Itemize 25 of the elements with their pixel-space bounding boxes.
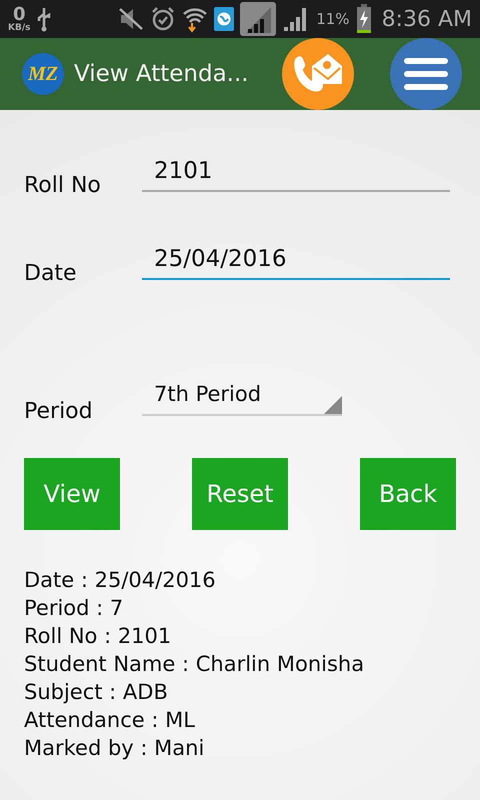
field-label: Date — [24, 261, 78, 286]
battery-charging-icon — [356, 4, 372, 34]
result-line: Attendance : ML — [24, 707, 196, 734]
speed-unit: KB/s — [8, 24, 30, 32]
result-line: Subject : ADB — [24, 679, 169, 706]
field-label: Roll No — [24, 173, 102, 198]
result-line: Marked by : Mani — [24, 735, 206, 762]
result-line: Date : 25/04/2016 — [24, 567, 217, 594]
text-field[interactable]: 2101 — [142, 158, 450, 192]
result-line: Period : 7 — [24, 595, 124, 622]
battery-percent: 11% — [316, 10, 350, 28]
period-dropdown[interactable]: 7th Period — [142, 382, 342, 416]
clock-time: 8:36 AM — [382, 6, 472, 32]
app-logo: MZ — [22, 53, 64, 95]
text-field[interactable]: 25/04/2016 — [142, 246, 450, 280]
screen-title: View Attenda... — [74, 61, 249, 87]
alarm-icon — [150, 6, 176, 32]
menu-icon — [403, 57, 449, 91]
result-line: Roll No : 2101 — [24, 623, 172, 650]
caret-icon — [324, 396, 342, 414]
field-label: Period — [24, 399, 94, 424]
speed-value: 0 — [12, 6, 26, 24]
result-line: Student Name : Charlin Monisha — [24, 651, 366, 678]
mute-icon — [118, 7, 144, 31]
usb-icon — [36, 6, 52, 32]
